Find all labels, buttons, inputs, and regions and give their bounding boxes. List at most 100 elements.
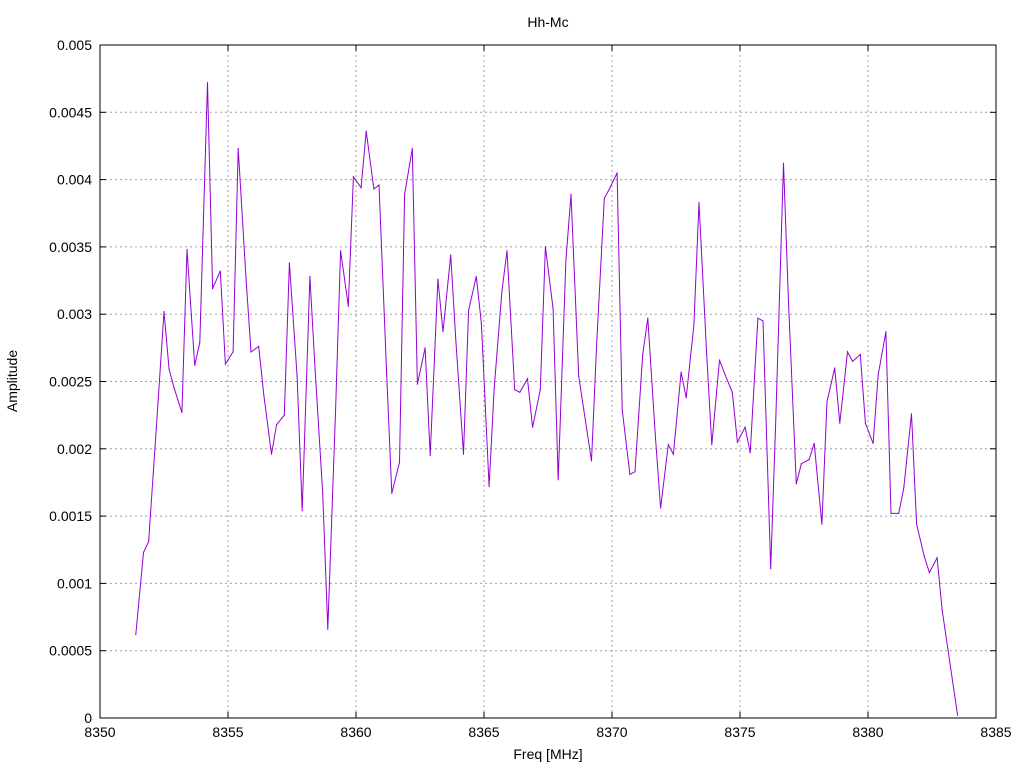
data-point bbox=[629, 473, 631, 475]
data-point bbox=[340, 250, 342, 252]
x-tick-label: 8360 bbox=[340, 724, 371, 740]
data-point bbox=[775, 418, 777, 420]
data-point bbox=[885, 331, 887, 333]
data-point bbox=[916, 523, 918, 525]
data-point bbox=[782, 162, 785, 164]
data-point bbox=[322, 492, 324, 494]
data-point bbox=[347, 305, 349, 307]
data-point bbox=[680, 371, 682, 373]
data-point bbox=[437, 278, 439, 280]
data-point bbox=[603, 197, 605, 199]
data-point bbox=[788, 304, 790, 306]
y-tick-label: 0.0015 bbox=[49, 508, 92, 524]
data-point bbox=[199, 341, 201, 344]
data-point bbox=[826, 401, 828, 403]
data-point bbox=[532, 426, 534, 428]
x-tick-label: 8350 bbox=[84, 724, 115, 740]
y-tick-label: 0.0045 bbox=[49, 104, 92, 120]
data-point bbox=[270, 453, 273, 455]
data-point bbox=[283, 414, 285, 416]
data-point bbox=[808, 459, 810, 461]
data-point bbox=[957, 714, 959, 716]
data-point bbox=[462, 453, 465, 455]
data-point bbox=[757, 317, 759, 319]
series-points bbox=[135, 82, 959, 716]
data-point bbox=[186, 249, 188, 251]
data-point bbox=[404, 193, 406, 195]
chart-title: Hh-Mc bbox=[527, 14, 568, 30]
data-point bbox=[544, 246, 547, 248]
data-point bbox=[442, 331, 444, 333]
y-tick-label: 0.002 bbox=[57, 441, 92, 457]
data-point bbox=[206, 82, 209, 84]
data-point bbox=[232, 351, 234, 353]
data-point bbox=[749, 452, 751, 454]
x-tick-label: 8385 bbox=[980, 724, 1011, 740]
data-point bbox=[526, 378, 529, 380]
data-point bbox=[314, 367, 316, 369]
data-point bbox=[693, 324, 695, 326]
data-point bbox=[378, 184, 380, 186]
data-point bbox=[219, 270, 221, 272]
data-point bbox=[744, 426, 746, 428]
data-point bbox=[898, 512, 900, 515]
data-point bbox=[590, 460, 593, 462]
data-point bbox=[501, 290, 503, 292]
data-point bbox=[718, 359, 721, 361]
data-point bbox=[821, 523, 823, 525]
data-point bbox=[621, 409, 623, 411]
data-point bbox=[724, 372, 726, 374]
data-point bbox=[872, 442, 874, 444]
data-point bbox=[698, 201, 700, 204]
data-point bbox=[327, 628, 329, 630]
data-point bbox=[731, 391, 733, 393]
data-point bbox=[800, 463, 803, 465]
data-point bbox=[360, 187, 362, 189]
y-tick-label: 0 bbox=[84, 710, 92, 726]
data-point bbox=[654, 437, 657, 439]
data-point bbox=[475, 275, 477, 278]
data-point bbox=[148, 541, 150, 543]
data-point bbox=[762, 320, 764, 322]
data-point bbox=[163, 310, 165, 313]
data-point bbox=[672, 453, 675, 455]
data-point bbox=[519, 391, 521, 393]
data-point bbox=[711, 444, 713, 446]
data-point bbox=[859, 354, 861, 356]
data-point bbox=[642, 354, 644, 356]
data-point bbox=[237, 148, 239, 150]
data-point bbox=[250, 351, 252, 353]
data-point bbox=[424, 347, 426, 349]
data-point bbox=[846, 351, 849, 353]
data-point bbox=[647, 317, 649, 319]
data-point bbox=[173, 387, 175, 389]
data-point bbox=[450, 254, 452, 256]
data-point bbox=[365, 130, 367, 132]
data-point bbox=[455, 339, 457, 341]
data-point bbox=[301, 510, 303, 512]
data-point bbox=[168, 368, 170, 370]
data-point bbox=[923, 555, 925, 558]
x-tick-label: 8375 bbox=[724, 724, 755, 740]
data-point bbox=[386, 374, 388, 376]
data-point bbox=[552, 308, 554, 310]
y-tick-label: 0.0035 bbox=[49, 239, 92, 255]
data-point bbox=[288, 262, 290, 264]
data-point bbox=[416, 383, 418, 385]
x-tick-label: 8365 bbox=[468, 724, 499, 740]
data-point bbox=[135, 633, 137, 636]
line-chart: Hh-Mc 8350 8355 8360 8365 8370 8375 8380 8385 0… bbox=[4, 14, 1012, 762]
x-tick-label: 8355 bbox=[212, 724, 243, 740]
data-point bbox=[706, 354, 708, 356]
data-point bbox=[813, 442, 815, 444]
data-point bbox=[411, 148, 413, 150]
data-point bbox=[903, 487, 905, 489]
data-point bbox=[770, 568, 772, 570]
x-tick-label: 8380 bbox=[852, 724, 883, 740]
y-tick-label: 0.001 bbox=[57, 575, 92, 591]
y-tick-label: 0.005 bbox=[57, 37, 92, 53]
data-point bbox=[480, 323, 482, 325]
data-point bbox=[539, 389, 541, 391]
series-line bbox=[135, 82, 959, 716]
data-point bbox=[373, 188, 375, 190]
